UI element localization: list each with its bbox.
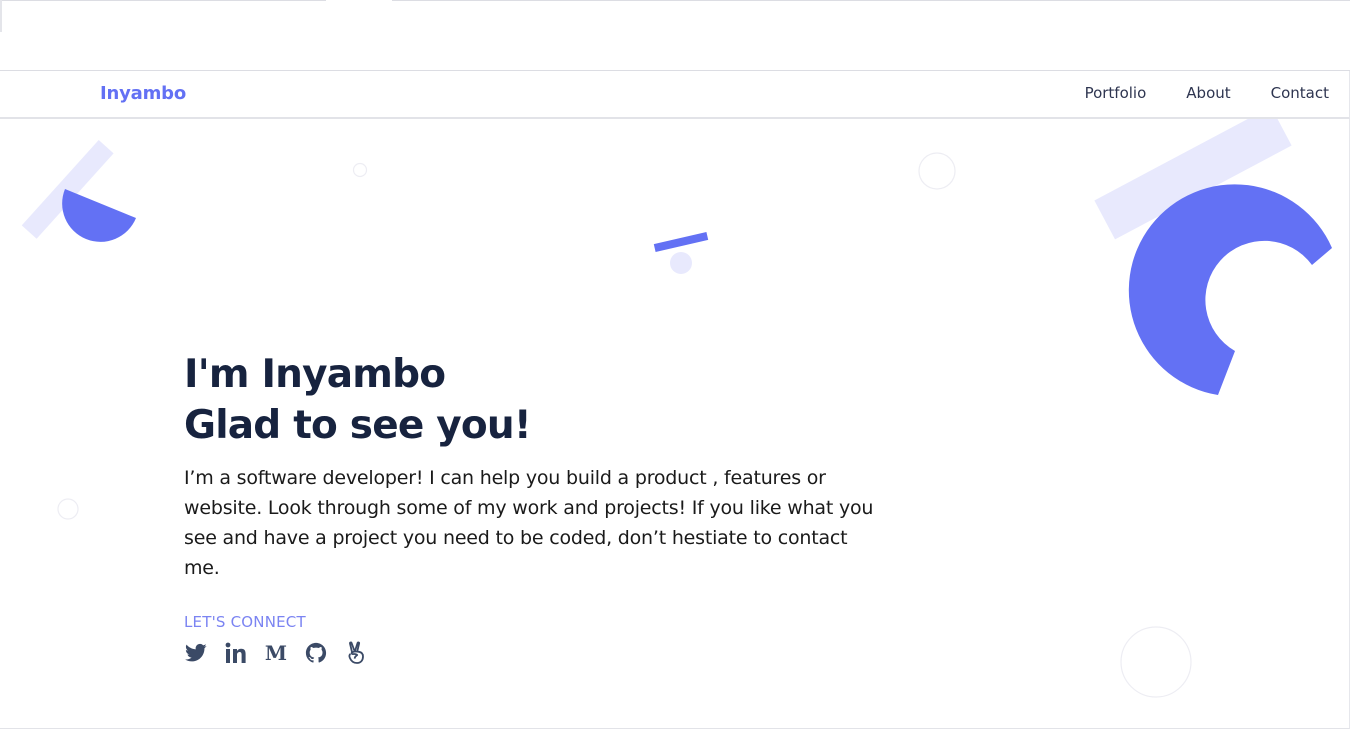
headline-line-1: I'm Inyambo (184, 352, 446, 397)
twitter-icon (185, 643, 207, 662)
connect-label: LET'S CONNECT (184, 613, 306, 631)
medium-link[interactable]: M (264, 641, 288, 665)
nav-link-about[interactable]: About (1186, 84, 1230, 102)
linkedin-link[interactable] (224, 641, 248, 665)
medium-icon: M (264, 641, 288, 665)
angellist-link[interactable] (344, 641, 368, 665)
nav-link-contact[interactable]: Contact (1271, 84, 1329, 102)
brand-logo[interactable]: Inyambo (100, 83, 186, 104)
decor-bar-and-half-circle (21, 139, 136, 242)
top-divider-gap (326, 0, 392, 2)
linkedin-icon (225, 642, 246, 663)
angellist-icon (348, 641, 364, 664)
decor-left-ring (57, 498, 79, 520)
hero-intro: I’m a software developer! I can help you… (184, 467, 874, 579)
browser-top-area (0, 0, 1350, 71)
hero-section: I'm Inyambo Glad to see you! I’m a softw… (0, 119, 1350, 729)
decor-small-ring (352, 162, 368, 178)
top-edge-mark (0, 0, 2, 32)
hero-headline: I'm Inyambo Glad to see you! (184, 349, 884, 451)
github-icon (305, 642, 327, 663)
github-link[interactable] (304, 641, 328, 665)
decor-medium-ring (918, 152, 956, 190)
decor-bottom-ring (1120, 626, 1192, 698)
nav-links: Portfolio About Contact (1085, 84, 1329, 102)
nav-link-portfolio[interactable]: Portfolio (1085, 84, 1147, 102)
decor-arc-and-bar (1094, 119, 1332, 395)
social-links: M (184, 641, 884, 665)
navbar: Inyambo Portfolio About Contact (0, 71, 1350, 119)
twitter-link[interactable] (184, 641, 208, 665)
decor-bar-and-dot (653, 232, 709, 274)
headline-line-2: Glad to see you! (184, 403, 532, 448)
top-divider (0, 0, 1350, 1)
hero-content: I'm Inyambo Glad to see you! I’m a softw… (184, 349, 884, 665)
